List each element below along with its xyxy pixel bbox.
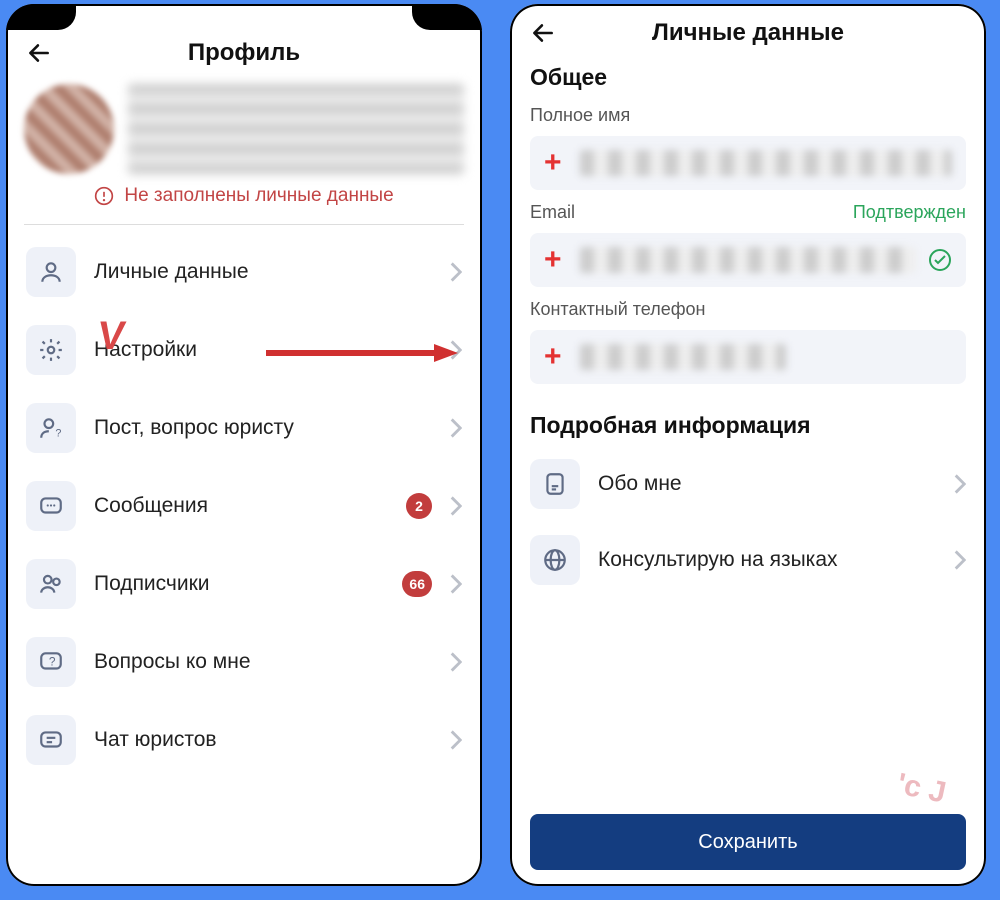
user-question-icon: ? <box>38 415 64 441</box>
svg-text:?: ? <box>49 654 56 668</box>
menu-label: Личные данные <box>94 260 432 284</box>
badge-count: 66 <box>402 571 432 597</box>
header: Личные данные <box>510 4 986 58</box>
redacted-value <box>580 344 786 370</box>
chevron-right-icon <box>450 496 462 516</box>
save-button-label: Сохранить <box>698 831 797 854</box>
chat-icon <box>38 493 64 519</box>
profile-summary <box>6 78 482 174</box>
email-input[interactable]: + <box>530 233 966 287</box>
menu-label: Сообщения <box>94 494 388 518</box>
chevron-right-icon <box>954 474 966 494</box>
question-bubble-icon: ? <box>38 649 64 675</box>
email-verified-label: Подтвержден <box>853 202 966 223</box>
chevron-right-icon <box>450 262 462 282</box>
detail-item-languages[interactable]: Консультирую на языках <box>524 525 972 595</box>
chat-text-icon <box>38 727 64 753</box>
field-full-name: Полное имя + <box>510 99 986 196</box>
header: Профиль <box>6 4 482 78</box>
menu-label: Подписчики <box>94 572 384 596</box>
avatar[interactable] <box>24 84 114 174</box>
field-label: Email <box>530 202 575 223</box>
phone-input[interactable]: + <box>530 330 966 384</box>
annotation-plus-icon: + <box>544 340 562 374</box>
alert-circle-icon <box>94 186 114 206</box>
user-icon <box>38 259 64 285</box>
menu-item-personal-data[interactable]: Личные данные <box>20 237 468 307</box>
annotation-plus-icon: + <box>544 146 562 180</box>
redacted-value <box>580 150 952 176</box>
screen-personal-data: Личные данные Общее Полное имя + Email П… <box>510 4 986 886</box>
field-email: Email Подтвержден + <box>510 196 986 293</box>
chevron-right-icon <box>954 550 966 570</box>
chevron-right-icon <box>450 418 462 438</box>
menu-item-post-question[interactable]: ? Пост, вопрос юристу <box>20 393 468 463</box>
page-title: Профиль <box>24 39 464 67</box>
annotation-plus-icon: + <box>544 243 562 277</box>
menu-label: Пост, вопрос юристу <box>94 416 432 440</box>
section-general-title: Общее <box>510 58 986 99</box>
section-details-title: Подробная информация <box>510 390 986 447</box>
menu-item-lawyers-chat[interactable]: Чат юристов <box>20 705 468 775</box>
full-name-input[interactable]: + <box>530 136 966 190</box>
badge-count: 2 <box>406 493 432 519</box>
menu-label: Чат юристов <box>94 728 432 752</box>
screen-profile: V Профиль Не заполнены личные данные Лич… <box>6 4 482 886</box>
page-title: Личные данные <box>528 19 968 47</box>
field-label: Контактный телефон <box>530 299 966 320</box>
save-button[interactable]: Сохранить <box>530 814 966 870</box>
svg-text:?: ? <box>55 427 61 439</box>
field-phone: Контактный телефон + <box>510 293 986 390</box>
detail-label: Обо мне <box>598 472 936 496</box>
chevron-right-icon <box>450 730 462 750</box>
warning-text: Не заполнены личные данные <box>124 184 393 208</box>
menu-item-followers[interactable]: Подписчики 66 <box>20 549 468 619</box>
redacted-value <box>580 247 916 273</box>
chevron-right-icon <box>450 652 462 672</box>
menu-item-questions-to-me[interactable]: ? Вопросы ко мне <box>20 627 468 697</box>
detail-item-about-me[interactable]: Обо мне <box>524 449 972 519</box>
menu-item-messages[interactable]: Сообщения 2 <box>20 471 468 541</box>
profile-menu: Личные данные Настройки ? Пост, вопрос ю… <box>6 225 482 775</box>
globe-icon <box>542 547 568 573</box>
check-circle-icon <box>928 248 952 272</box>
users-icon <box>38 571 64 597</box>
annotation-arrow <box>266 344 458 362</box>
document-icon <box>542 471 568 497</box>
field-label: Полное имя <box>530 105 966 126</box>
detail-label: Консультирую на языках <box>598 548 936 572</box>
chevron-right-icon <box>450 574 462 594</box>
gear-icon <box>38 337 64 363</box>
profile-name-redacted <box>128 84 464 174</box>
profile-warning: Не заполнены личные данные <box>6 174 482 224</box>
details-list: Обо мне Консультирую на языках <box>510 447 986 595</box>
menu-label: Вопросы ко мне <box>94 650 432 674</box>
